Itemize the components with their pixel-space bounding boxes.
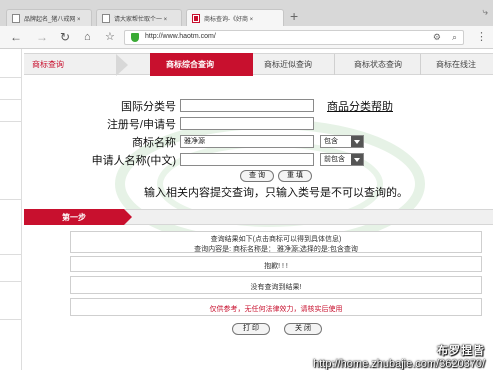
browser-tab-2[interactable]: 请大家帮忙取个一 × <box>96 9 182 26</box>
tab-title: 品牌起名_猪八戒网 × <box>24 17 81 23</box>
address-bar[interactable]: http://www.haotm.com/ ⚙ ⌕ <box>124 30 464 45</box>
back-arrow-icon[interactable]: ← <box>10 30 22 44</box>
disclaimer-text: 仅供参考，无任何法律效力，请核实后使用 <box>209 306 343 313</box>
nav-similar-search[interactable]: 商标近似查询 <box>264 59 312 70</box>
tab-title: 请大家帮忙取个一 × <box>114 17 168 23</box>
no-result-row: 没有查询到结果! <box>70 276 482 294</box>
bookmark-star-icon[interactable]: ☆ <box>105 30 115 44</box>
site-nav-bar: 商标查询 商标综合查询 商标近似查询 商标状态查询 商标在线注 <box>24 53 493 76</box>
step-label: 第一步 <box>62 213 86 222</box>
nav-comprehensive-search-active[interactable]: 商标综合查询 <box>150 53 253 76</box>
browser-tab-3-active[interactable]: 商标查询-《好商 × <box>186 9 284 26</box>
results-header-line-2: 查询内容是: 商标名称是： 雅净源;选择的是:包含查询 <box>194 246 358 253</box>
browser-toolbar: ← → ↻ ⌂ ☆ http://www.haotm.com/ ⚙ ⌕ ⋮ <box>0 26 493 49</box>
divider <box>334 54 335 75</box>
nav-online-register[interactable]: 商标在线注 <box>436 59 476 70</box>
results-header: 查询结果如下(点击商标可以得到具体信息) 查询内容是: 商标名称是： 雅净源;选… <box>70 231 482 253</box>
divider <box>0 121 22 122</box>
disclaimer-row: 仅供参考，无任何法律效力，请核实后使用 <box>70 298 482 316</box>
extension-icon[interactable]: ⚙ <box>433 32 441 43</box>
trademark-name-input[interactable]: 雅净源 <box>180 135 314 148</box>
home-icon[interactable]: ⌂ <box>84 30 91 44</box>
nav-trademark-search[interactable]: 商标查询 <box>32 59 64 70</box>
trademark-name-label: 商标名称 <box>132 137 176 149</box>
select-value: 前包含 <box>324 156 345 163</box>
class-help-link[interactable]: 商品分类帮助 <box>327 98 393 114</box>
select-value: 包含 <box>324 138 338 145</box>
class-number-label: 国际分类号 <box>121 101 176 113</box>
trademark-match-select[interactable]: 包含 <box>320 135 364 148</box>
step-tab: 第一步 <box>24 209 132 225</box>
source-watermark: 布罗捏皆 http://home.zhubajie.com/3620370/ <box>313 342 485 370</box>
class-number-input[interactable] <box>180 99 314 112</box>
tab-title: 商标查询-《好商 × <box>204 17 254 23</box>
applicant-name-label: 申请人名称(中文) <box>91 155 176 167</box>
browser-menu-icon[interactable]: ⋮ <box>476 31 487 43</box>
secure-shield-icon <box>131 33 139 42</box>
nav-arrow-separator <box>116 54 128 76</box>
restore-window-icon[interactable]: ⤷ <box>482 7 488 18</box>
left-sidebar-strip <box>0 49 22 370</box>
sorry-text: 抱歉! ! ! <box>264 263 288 270</box>
divider <box>0 319 22 320</box>
site-favicon-icon <box>192 14 200 23</box>
page-icon <box>102 14 110 23</box>
new-tab-button[interactable]: + <box>290 9 298 23</box>
zoom-icon[interactable]: ⌕ <box>452 32 457 43</box>
search-hint-text: 输入相关内容提交查询，只输入类号是不可以查询的。 <box>144 187 408 199</box>
url-text: http://www.haotm.com/ <box>145 33 216 40</box>
divider <box>0 199 22 200</box>
divider <box>0 99 22 100</box>
step-bar: 第一步 <box>24 209 493 225</box>
divider <box>420 54 421 75</box>
result-actions <box>70 319 482 339</box>
page-icon <box>12 14 20 23</box>
chevron-down-icon <box>351 154 363 165</box>
no-result-text: 没有查询到结果! <box>250 284 302 291</box>
print-button[interactable]: 打 印 <box>232 323 270 335</box>
reset-button[interactable]: 重 填 <box>278 170 312 182</box>
applicant-match-select[interactable]: 前包含 <box>320 153 364 166</box>
browser-tab-1[interactable]: 品牌起名_猪八戒网 × <box>6 9 92 26</box>
nav-item-label: 商标综合查询 <box>166 60 214 69</box>
close-button[interactable]: 关 闭 <box>284 323 322 335</box>
browser-tab-strip: 品牌起名_猪八戒网 × 请大家帮忙取个一 × 商标查询-《好商 × + ⤷ <box>0 0 493 26</box>
search-button[interactable]: 查 询 <box>240 170 274 182</box>
registration-number-label: 注册号/申请号 <box>106 119 176 131</box>
registration-number-input[interactable] <box>180 117 314 130</box>
divider <box>0 281 22 282</box>
nav-status-search[interactable]: 商标状态查询 <box>354 59 402 70</box>
applicant-name-input[interactable] <box>180 153 314 166</box>
reload-icon[interactable]: ↻ <box>60 30 70 44</box>
sorry-row: 抱歉! ! ! <box>70 256 482 272</box>
divider <box>0 254 22 255</box>
watermark-brand: 布罗捏皆 <box>437 345 485 357</box>
results-header-line-1: 查询结果如下(点击商标可以得到具体信息) <box>210 236 342 243</box>
forward-arrow-icon[interactable]: → <box>36 30 48 44</box>
watermark-url: http://home.zhubajie.com/3620370/ <box>313 358 485 370</box>
divider <box>0 77 22 78</box>
chevron-down-icon <box>351 136 363 147</box>
